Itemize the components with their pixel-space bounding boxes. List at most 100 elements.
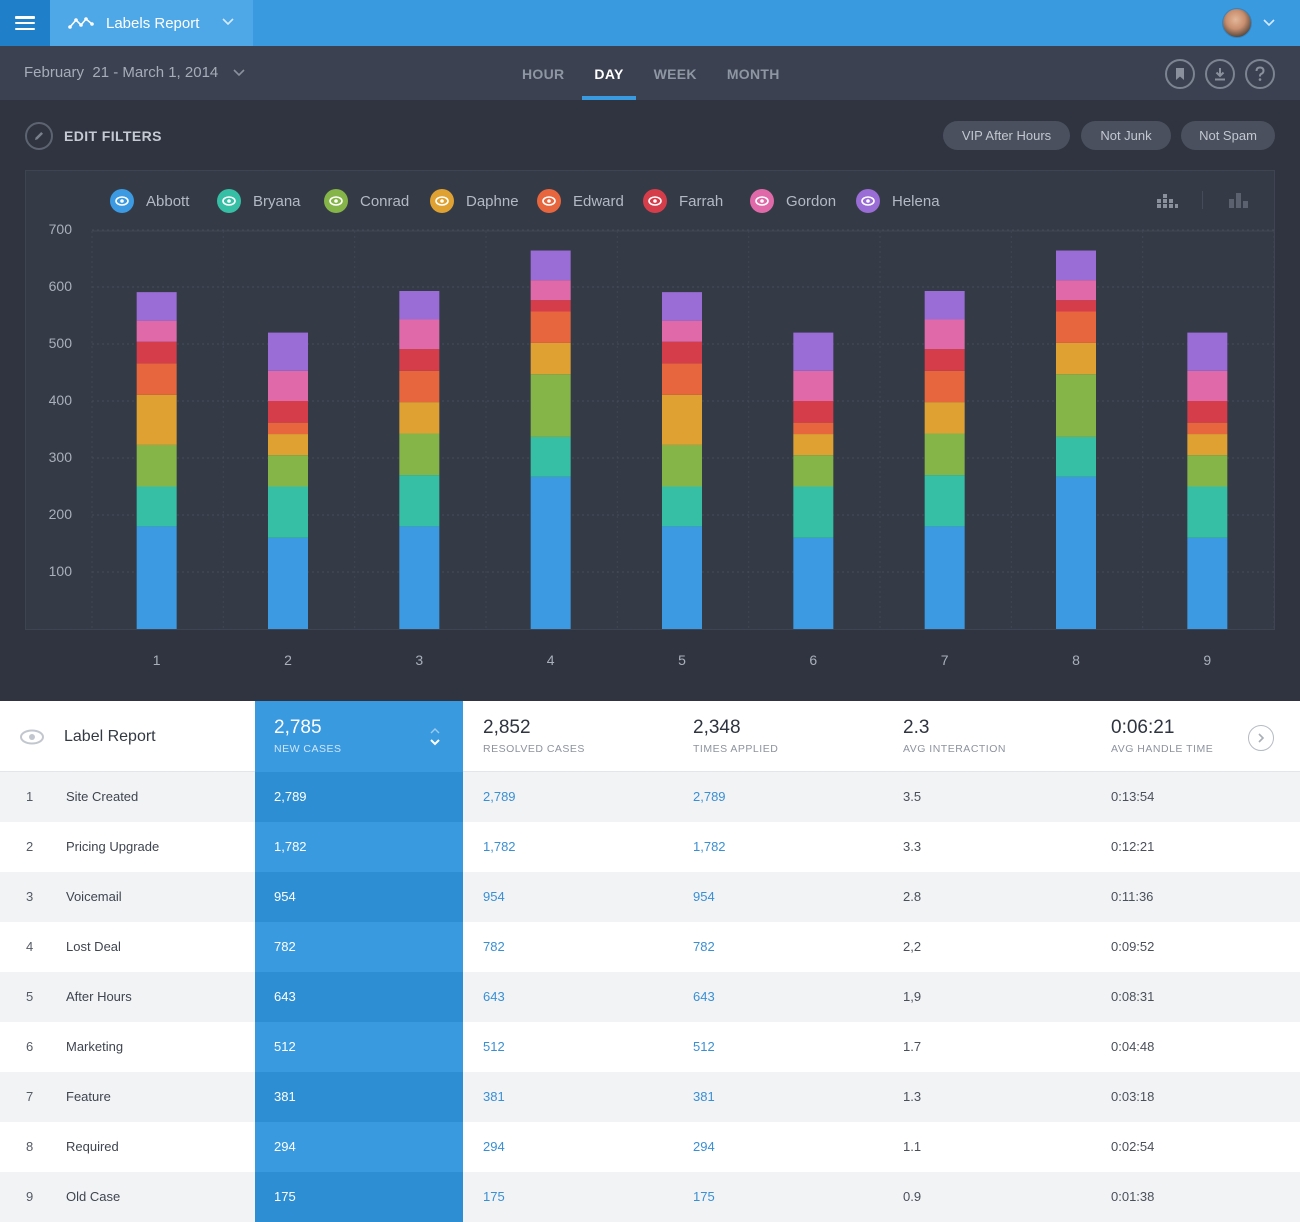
row-times-applied[interactable]: 175	[693, 1189, 715, 1204]
row-label: Marketing	[66, 1039, 124, 1054]
sub-bar: February 21 - March 1, 2014 HOUR DAY WEE…	[0, 46, 1300, 100]
table-row[interactable]: 1 Site Created 2,789 2,789 2,789 3.5 0:1…	[0, 772, 1300, 822]
row-resolved-cases[interactable]: 512	[483, 1039, 505, 1054]
bar-segment-bryana	[1187, 486, 1228, 538]
row-resolved-cases[interactable]: 294	[483, 1139, 505, 1154]
table-row[interactable]: 8 Required 294 294 294 1.1 0:02:54	[0, 1122, 1300, 1172]
row-resolved-cases[interactable]: 381	[483, 1089, 505, 1104]
header-new-cases[interactable]: 2,785 NEW CASES	[274, 717, 342, 755]
next-columns-button[interactable]	[1248, 725, 1274, 751]
row-times-applied[interactable]: 2,789	[693, 789, 726, 804]
row-avg-interaction: 3.3	[903, 839, 922, 854]
bar-segment-conrad	[399, 433, 440, 476]
bar-segment-abbott	[530, 476, 571, 629]
header-avg-handle-time[interactable]: 0:06:21 AVG HANDLE TIME	[1111, 717, 1213, 755]
avatar[interactable]	[1222, 8, 1252, 38]
row-avg-interaction: 1,9	[903, 989, 922, 1004]
table-row[interactable]: 2 Pricing Upgrade 1,782 1,782 1,782 3.3 …	[0, 822, 1300, 872]
row-times-applied[interactable]: 381	[693, 1089, 715, 1104]
table-row[interactable]: 3 Voicemail 954 954 954 2.8 0:11:36	[0, 872, 1300, 922]
table-row[interactable]: 6 Marketing 512 512 512 1.7 0:04:48	[0, 1022, 1300, 1072]
table-row[interactable]: 7 Feature 381 381 381 1.3 0:03:18	[0, 1072, 1300, 1122]
bar-segment-abbott	[924, 526, 965, 629]
header-times-applied[interactable]: 2,348 TIMES APPLIED	[693, 717, 778, 755]
tab-hour[interactable]: HOUR	[510, 46, 576, 100]
header-label: AVG HANDLE TIME	[1111, 743, 1214, 755]
table-row[interactable]: 9 Old Case 175 175 175 0.9 0:01:38	[0, 1172, 1300, 1222]
bar-segment-edward	[1187, 422, 1228, 435]
x-tick-label: 8	[1072, 652, 1080, 668]
tab-week[interactable]: WEEK	[642, 46, 709, 100]
header-resolved-cases[interactable]: 2,852 RESOLVED CASES	[483, 717, 585, 755]
bar-segment-conrad	[268, 455, 308, 487]
row-new-cases: 643	[274, 989, 296, 1004]
header-value: 2,785	[274, 717, 322, 738]
sort-icon[interactable]	[427, 725, 443, 749]
row-times-applied[interactable]: 1,782	[693, 839, 726, 854]
report-selector[interactable]: Labels Report	[50, 0, 253, 46]
row-resolved-cases[interactable]: 782	[483, 939, 505, 954]
row-resolved-cases[interactable]: 1,782	[483, 839, 516, 854]
date-range-picker[interactable]: February 21 - March 1, 2014	[24, 64, 246, 81]
period-tabs: HOUR DAY WEEK MONTH	[510, 46, 798, 100]
row-label: Voicemail	[66, 889, 122, 904]
table-header: Label Report 2,785 NEW CASES 2,852 RESOL…	[0, 701, 1300, 772]
bar-segment-farrah	[662, 341, 702, 364]
row-resolved-cases[interactable]: 175	[483, 1189, 505, 1204]
row-index: 6	[26, 1039, 34, 1054]
bar-segment-bryana	[793, 486, 834, 538]
bar-segment-helena	[530, 250, 571, 281]
bar-segment-bryana	[662, 486, 702, 527]
download-button[interactable]	[1205, 59, 1235, 89]
row-avg-interaction: 1.7	[903, 1039, 922, 1054]
row-new-cases: 175	[274, 1189, 296, 1204]
bar-segment-daphne	[662, 394, 702, 445]
bar-segment-abbott	[399, 526, 440, 629]
eye-icon[interactable]	[20, 729, 44, 745]
bar-segment-edward	[530, 311, 571, 343]
bar-segment-helena	[399, 290, 440, 320]
bookmark-button[interactable]	[1165, 59, 1195, 89]
header-avg-interaction[interactable]: 2.3 AVG INTERACTION	[903, 717, 1006, 755]
table-row[interactable]: 4 Lost Deal 782 782 782 2,2 0:09:52	[0, 922, 1300, 972]
row-times-applied[interactable]: 954	[693, 889, 715, 904]
header-value: 2,852	[483, 717, 531, 738]
help-button[interactable]	[1245, 59, 1275, 89]
top-bar: Labels Report	[0, 0, 1300, 46]
x-tick-label: 2	[284, 652, 292, 668]
bar-segment-helena	[268, 332, 308, 371]
x-tick-label: 1	[152, 652, 161, 668]
bar-segment-conrad	[662, 444, 702, 487]
row-new-cases: 954	[274, 889, 296, 904]
y-tick-label: 100	[48, 563, 72, 579]
tab-month[interactable]: MONTH	[715, 46, 792, 100]
row-avg-interaction: 2.8	[903, 889, 922, 904]
y-tick-label: 700	[48, 221, 72, 237]
tab-day[interactable]: DAY	[582, 46, 636, 100]
row-times-applied[interactable]: 643	[693, 989, 715, 1004]
bar-segment-gordon	[662, 320, 702, 342]
bar-segment-helena	[1056, 250, 1096, 281]
bar-segment-gordon	[530, 280, 571, 301]
chevron-down-icon[interactable]	[1262, 16, 1276, 30]
bar-segment-gordon	[924, 319, 965, 350]
row-avg-handle-time: 0:13:54	[1111, 789, 1155, 804]
row-times-applied[interactable]: 294	[693, 1139, 715, 1154]
row-index: 4	[26, 939, 34, 954]
row-index: 8	[26, 1139, 34, 1154]
x-tick-label: 6	[809, 652, 818, 668]
row-times-applied[interactable]: 512	[693, 1039, 715, 1054]
row-resolved-cases[interactable]: 2,789	[483, 789, 516, 804]
menu-button[interactable]	[0, 0, 50, 46]
bar-segment-daphne	[793, 434, 834, 456]
bar-segment-gordon	[268, 370, 308, 401]
row-resolved-cases[interactable]: 954	[483, 889, 505, 904]
bar-segment-farrah	[1056, 300, 1096, 312]
row-times-applied[interactable]: 782	[693, 939, 715, 954]
row-avg-handle-time: 0:01:38	[1111, 1189, 1155, 1204]
row-resolved-cases[interactable]: 643	[483, 989, 505, 1004]
table-row[interactable]: 5 After Hours 643 643 643 1,9 0:08:31	[0, 972, 1300, 1022]
label-report-table: Label Report 2,785 NEW CASES 2,852 RESOL…	[0, 701, 1300, 1222]
x-tick-label: 9	[1203, 652, 1212, 668]
bar-segment-abbott	[136, 526, 177, 629]
